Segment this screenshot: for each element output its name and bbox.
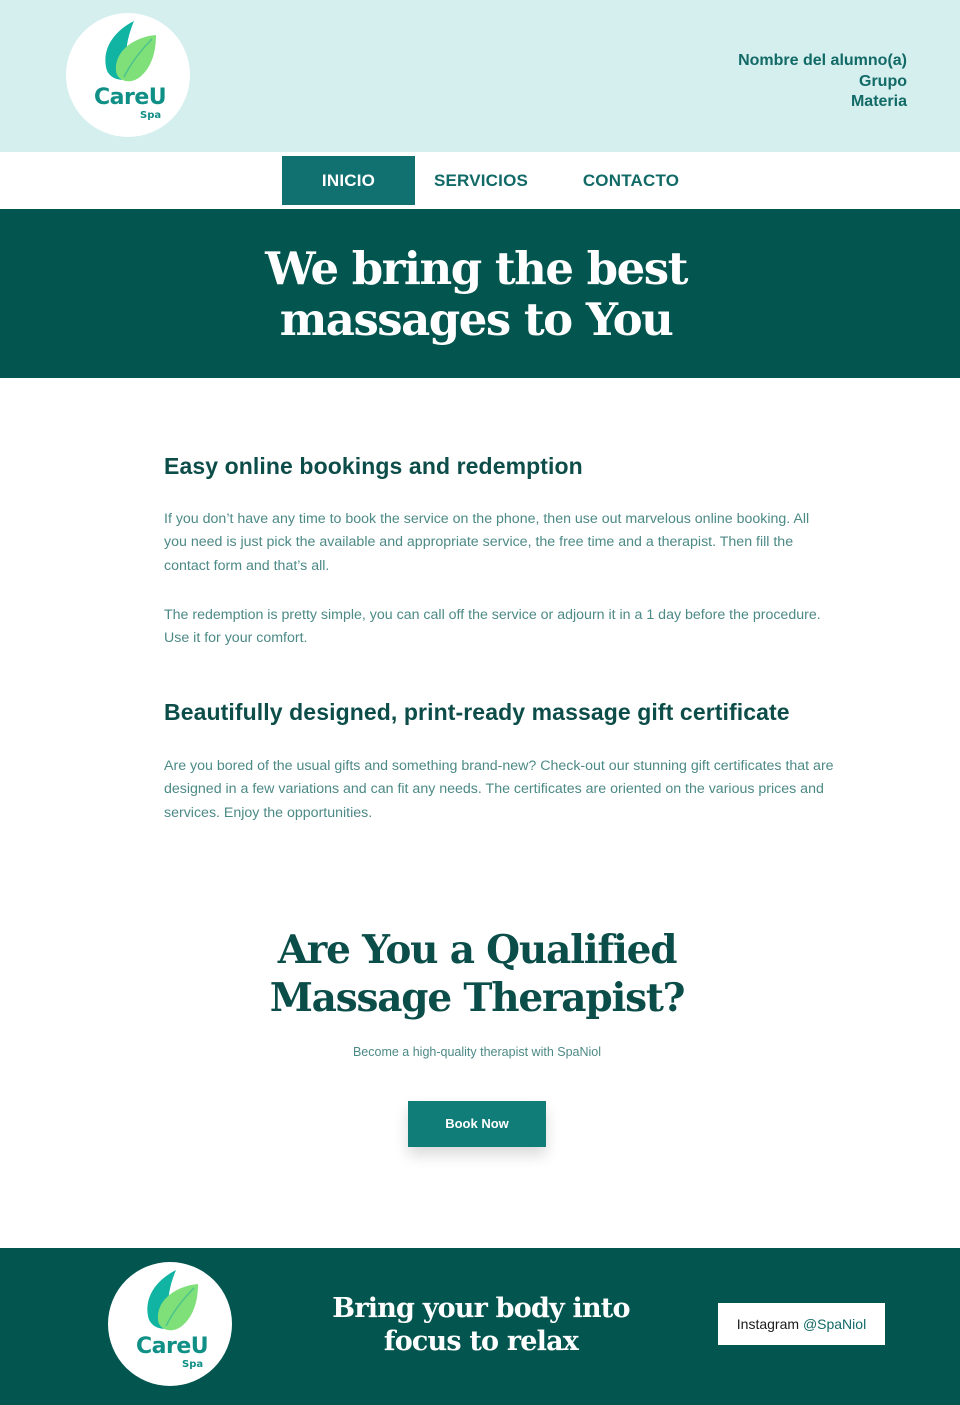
hero-banner: We bring the best massages to You: [0, 209, 960, 378]
leaf-icon: [147, 1270, 198, 1331]
cta-subtitle: Become a high-quality therapist with Spa…: [352, 1045, 602, 1059]
student-name: Nombre del alumno(a): [738, 52, 907, 69]
cta-title: Are You a Qualified Massage Therapist?: [0, 926, 954, 1022]
footer-title-line2: focus to relax: [383, 1325, 579, 1357]
student-info: Nombre del alumno(a) Grupo Materia: [738, 51, 907, 113]
leaf-icon: [105, 21, 156, 82]
section-heading-gift: Beautifully designed, print-ready massag…: [164, 699, 790, 725]
nav-item-contacto[interactable]: CONTACTO: [562, 156, 700, 205]
hero-title: We bring the best massages to You: [0, 243, 952, 345]
hero-title-line1: We bring the best: [265, 242, 688, 295]
cta-title-line1: Are You a Qualified: [277, 927, 678, 973]
instagram-handle: @SpaNiol: [802, 1316, 867, 1332]
brand-sub: Spa: [182, 1359, 204, 1370]
section-paragraph: If you don’t have any time to book the s…: [164, 511, 810, 574]
cta-title-line2: Massage Therapist?: [269, 975, 686, 1021]
instagram-link[interactable]: Instagram @SpaNiol: [718, 1303, 885, 1345]
instagram-label: Instagram: [736, 1316, 800, 1332]
footer-logo[interactable]: CareU Spa: [108, 1262, 232, 1386]
main-nav: INICIO SERVICIOS CONTACTO: [0, 152, 960, 209]
student-subject: Materia: [850, 93, 907, 110]
section-heading-bookings: Easy online bookings and redemption: [164, 453, 583, 479]
brand-sub: Spa: [140, 110, 162, 121]
book-now-button[interactable]: Book Now: [408, 1101, 546, 1147]
brand-logo[interactable]: CareU Spa: [66, 13, 190, 137]
brand-name: CareU: [136, 1334, 209, 1359]
nav-item-servicios[interactable]: SERVICIOS: [415, 156, 547, 205]
site-header: CareU Spa Nombre del alumno(a) Grupo Mat…: [0, 0, 960, 152]
section-paragraph: Are you bored of the usual gifts and som…: [164, 758, 834, 821]
brand-name: CareU: [94, 85, 167, 110]
footer-title: Bring your body into focus to relax: [320, 1293, 642, 1358]
hero-title-line2: massages to You: [279, 293, 674, 346]
site-footer: CareU Spa Bring your body into focus to …: [0, 1248, 960, 1405]
section-paragraph: The redemption is pretty simple, you can…: [164, 607, 821, 647]
footer-title-line1: Bring your body into: [332, 1293, 630, 1324]
nav-item-inicio[interactable]: INICIO: [282, 156, 415, 205]
student-group: Grupo: [859, 72, 907, 90]
